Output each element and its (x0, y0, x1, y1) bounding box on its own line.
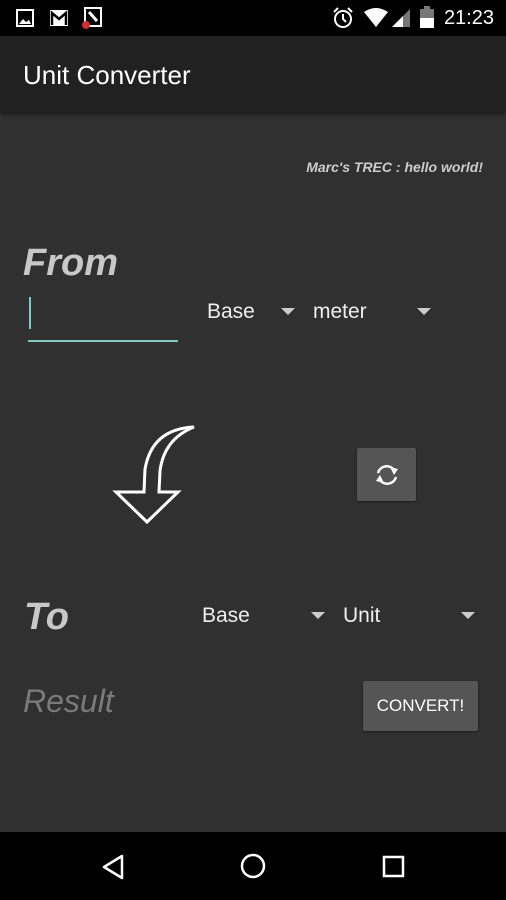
curved-down-arrow-icon (112, 425, 195, 525)
battery-icon (420, 6, 434, 28)
wifi-icon (364, 8, 388, 27)
from-category-spinner[interactable]: Base (207, 300, 297, 326)
convert-label: CONVERT! (376, 696, 465, 715)
dropdown-arrow-icon (311, 612, 325, 619)
dropdown-arrow-icon (417, 308, 431, 315)
gmail-icon (50, 10, 68, 26)
alarm-icon (333, 7, 353, 28)
status-bar: 21:23 (0, 0, 506, 36)
swap-icon (376, 465, 398, 485)
image-icon (16, 9, 34, 27)
text-cursor (29, 297, 31, 329)
navigation-bar (0, 832, 506, 900)
dropdown-arrow-icon (281, 308, 295, 315)
recents-icon[interactable] (382, 855, 406, 879)
swap-units-button[interactable] (357, 448, 416, 501)
tagline: Marc's TREC : hello world! (306, 159, 483, 175)
to-unit-value: Unit (343, 604, 381, 627)
app-title: Unit Converter (23, 60, 191, 90)
to-category-value: Base (202, 604, 250, 627)
from-label: From (23, 242, 118, 284)
to-unit-spinner[interactable]: Unit (343, 604, 478, 630)
result-output: Result (23, 683, 114, 719)
from-value-input[interactable] (28, 294, 178, 342)
home-icon[interactable] (240, 853, 266, 879)
dropdown-arrow-icon (461, 612, 475, 619)
from-unit-value: meter (313, 300, 367, 323)
clock: 21:23 (443, 7, 494, 29)
from-category-value: Base (207, 300, 255, 323)
to-category-spinner[interactable]: Base (202, 604, 327, 630)
from-unit-spinner[interactable]: meter (313, 300, 433, 326)
app-notification-icon (82, 7, 102, 29)
signal-icon (392, 9, 410, 27)
to-label: To (24, 596, 70, 638)
convert-button[interactable]: CONVERT! (363, 681, 478, 731)
back-icon[interactable] (100, 854, 126, 880)
